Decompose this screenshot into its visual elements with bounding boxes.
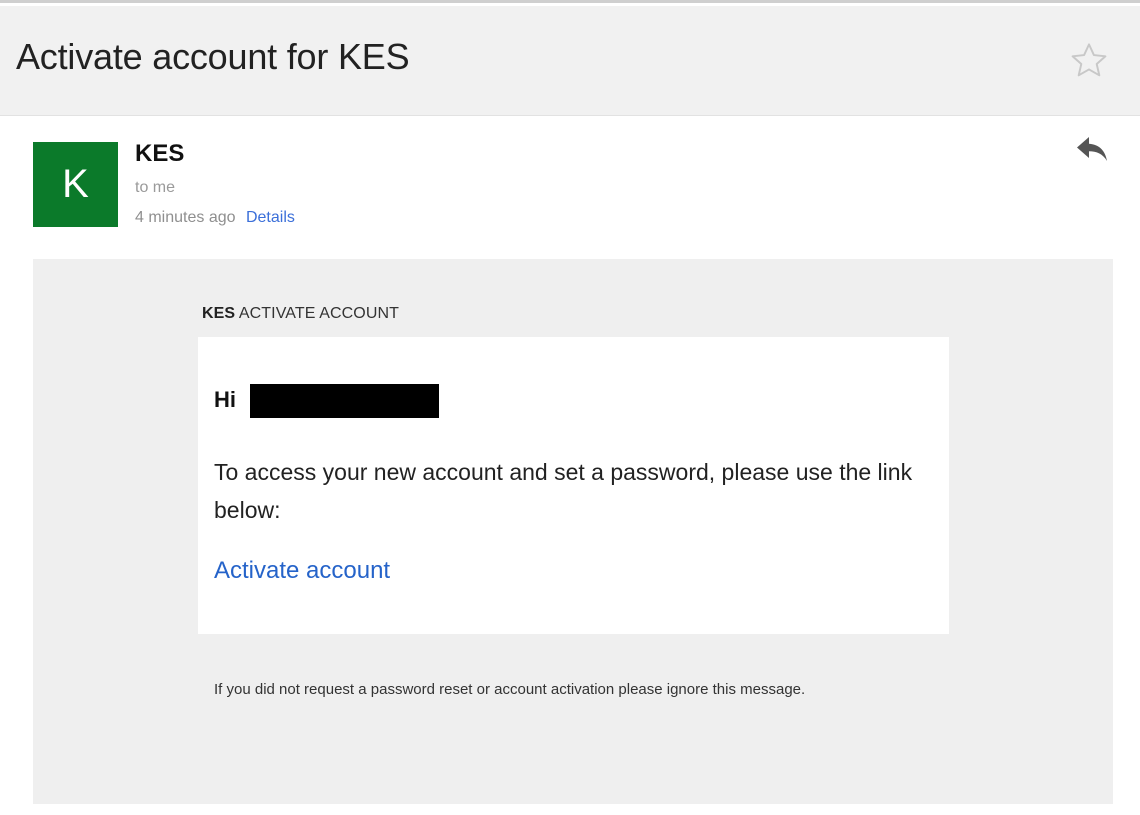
details-link[interactable]: Details: [246, 209, 295, 226]
timestamp: 4 minutes ago: [135, 209, 236, 226]
message-card: Hi To access your new account and set a …: [198, 337, 949, 634]
message-body-text: To access your new account and set a pas…: [214, 459, 913, 523]
sender-row: K KES to me 4 minutes ago Details: [0, 116, 1140, 256]
meta-line: 4 minutes ago Details: [135, 209, 295, 227]
email-subject: Activate account for KES: [16, 36, 410, 77]
greeting: Hi: [214, 387, 236, 412]
recipient-line: to me: [135, 179, 176, 196]
subject-bar: Activate account for KES: [0, 6, 1140, 116]
email-body: KES ACTIVATE ACCOUNT Hi To access your n…: [33, 259, 1113, 804]
reply-icon[interactable]: [1074, 134, 1110, 164]
email-header-text: ACTIVATE ACCOUNT: [238, 305, 400, 322]
email-window: Activate account for KES K KES to me 4 m…: [0, 0, 1140, 815]
email-header-label: KES ACTIVATE ACCOUNT: [202, 305, 399, 323]
email-header-brand: KES: [202, 305, 236, 322]
sender-name: KES: [135, 140, 185, 167]
star-icon[interactable]: [1068, 40, 1110, 82]
redacted-name: [250, 384, 439, 418]
avatar: K: [33, 142, 118, 227]
footer-note: If you did not request a password reset …: [214, 681, 806, 698]
activate-account-link[interactable]: Activate account: [214, 557, 390, 585]
